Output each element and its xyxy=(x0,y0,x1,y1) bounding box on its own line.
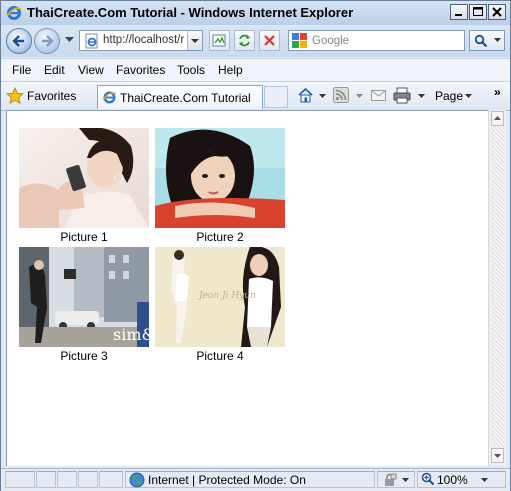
woman-with-phone-photo xyxy=(19,128,149,228)
gallery-image[interactable] xyxy=(19,128,149,228)
photo-watermark: Jeon Ji Hyun xyxy=(199,291,256,301)
window-controls xyxy=(450,4,506,20)
status-cell xyxy=(99,471,123,488)
status-cell xyxy=(78,471,98,488)
security-zone-text: Internet | Protected Mode: On xyxy=(148,473,306,487)
close-icon xyxy=(492,7,502,17)
internet-globe-icon xyxy=(129,472,145,488)
address-dropdown-button[interactable] xyxy=(187,31,202,50)
status-cell xyxy=(57,471,77,488)
woman-portrait-photo xyxy=(155,128,285,228)
address-url: http://localhost/r xyxy=(103,34,185,46)
address-field[interactable]: http://localhost/r xyxy=(79,30,203,51)
search-icon xyxy=(474,34,488,48)
gallery-caption: Picture 3 xyxy=(60,349,108,363)
favorites-star-icon xyxy=(6,87,24,105)
maximize-icon xyxy=(473,7,483,16)
page-menu-button[interactable]: Page xyxy=(435,89,463,103)
tab-thaicreate[interactable]: ThaiCreate.Com Tutorial xyxy=(97,85,263,109)
gallery-image[interactable]: sim& xyxy=(19,247,149,347)
home-icon[interactable] xyxy=(297,87,314,104)
status-bar: Internet | Protected Mode: On 100% xyxy=(1,468,510,491)
maximize-button[interactable] xyxy=(469,4,487,20)
page-dropdown-icon[interactable] xyxy=(465,94,472,99)
refresh-icon xyxy=(239,34,250,47)
search-placeholder: Google xyxy=(312,35,350,47)
search-input[interactable]: Google xyxy=(288,30,465,51)
status-cell xyxy=(5,471,35,488)
title-bar[interactable]: ThaiCreate.Com Tutorial - Windows Intern… xyxy=(1,1,510,25)
photo-watermark: sim& xyxy=(113,325,149,344)
gallery-image[interactable] xyxy=(155,128,285,228)
search-button[interactable] xyxy=(469,30,505,51)
home-dropdown-icon[interactable] xyxy=(319,94,326,99)
page-icon xyxy=(102,91,117,104)
protected-mode-dropdown-icon[interactable] xyxy=(402,478,409,483)
zoom-dropdown-icon[interactable] xyxy=(481,478,488,483)
scroll-track[interactable] xyxy=(491,127,504,447)
gallery-caption: Picture 4 xyxy=(196,349,244,363)
browser-window: ThaiCreate.Com Tutorial - Windows Intern… xyxy=(0,0,511,491)
navigation-bar: http://localhost/r Google xyxy=(1,25,510,57)
read-mail-icon[interactable] xyxy=(371,90,386,101)
menu-file[interactable]: File xyxy=(12,63,31,77)
stop-button[interactable] xyxy=(259,30,280,51)
window-title: ThaiCreate.Com Tutorial - Windows Intern… xyxy=(27,5,354,20)
menu-help[interactable]: Help xyxy=(218,63,243,77)
scroll-up-button[interactable] xyxy=(491,111,504,126)
compatibility-view-button[interactable] xyxy=(209,30,230,51)
gallery-image[interactable]: Jeon Ji Hyun xyxy=(155,247,285,347)
minimize-icon xyxy=(455,14,462,16)
chevron-down-icon xyxy=(191,39,199,43)
status-cell xyxy=(36,471,56,488)
zoom-magnifier-icon xyxy=(421,472,435,486)
compatibility-view-icon xyxy=(212,34,226,47)
back-button[interactable] xyxy=(6,28,32,54)
scroll-down-arrow-icon xyxy=(494,454,501,458)
forward-button[interactable] xyxy=(34,28,60,54)
page-content: Picture 1 Picture 2 sim Picture 3 Jeon J… xyxy=(6,110,488,466)
minimize-button[interactable] xyxy=(450,4,468,20)
lock-settings-icon xyxy=(385,473,397,486)
refresh-button[interactable] xyxy=(234,30,255,51)
tab-title: ThaiCreate.Com Tutorial xyxy=(120,91,251,105)
menu-favorites[interactable]: Favorites xyxy=(116,63,165,77)
feeds-dropdown-icon[interactable] xyxy=(356,94,363,99)
menu-edit[interactable]: Edit xyxy=(44,63,65,77)
recent-pages-dropdown-icon[interactable] xyxy=(65,37,74,43)
search-options-dropdown-icon[interactable] xyxy=(494,38,501,43)
ie-logo-icon xyxy=(6,6,22,20)
forward-arrow-icon xyxy=(42,35,54,47)
toolbar-overflow-chevron[interactable]: » xyxy=(494,85,501,99)
zoom-level: 100% xyxy=(437,473,468,487)
scroll-down-button[interactable] xyxy=(491,448,504,463)
print-dropdown-icon[interactable] xyxy=(418,94,425,99)
print-icon[interactable] xyxy=(393,87,411,104)
new-tab-button[interactable] xyxy=(264,86,288,108)
back-arrow-icon xyxy=(12,35,24,47)
rss-feed-icon[interactable] xyxy=(333,87,349,103)
stop-icon xyxy=(264,35,275,46)
vertical-scrollbar[interactable] xyxy=(488,110,506,466)
google-logo-icon xyxy=(292,33,307,48)
menu-tools[interactable]: Tools xyxy=(177,63,205,77)
page-icon xyxy=(85,33,98,49)
favorites-bar: Favorites ThaiCreate.Com Tutorial Page » xyxy=(1,81,510,111)
scroll-up-arrow-icon xyxy=(494,116,501,120)
gallery-caption: Picture 1 xyxy=(60,230,108,244)
favorites-label: Favorites xyxy=(27,89,77,103)
close-button[interactable] xyxy=(488,4,506,20)
menu-bar: File Edit View Favorites Tools Help xyxy=(1,58,510,81)
menu-view[interactable]: View xyxy=(78,63,104,77)
gallery-caption: Picture 2 xyxy=(196,230,244,244)
